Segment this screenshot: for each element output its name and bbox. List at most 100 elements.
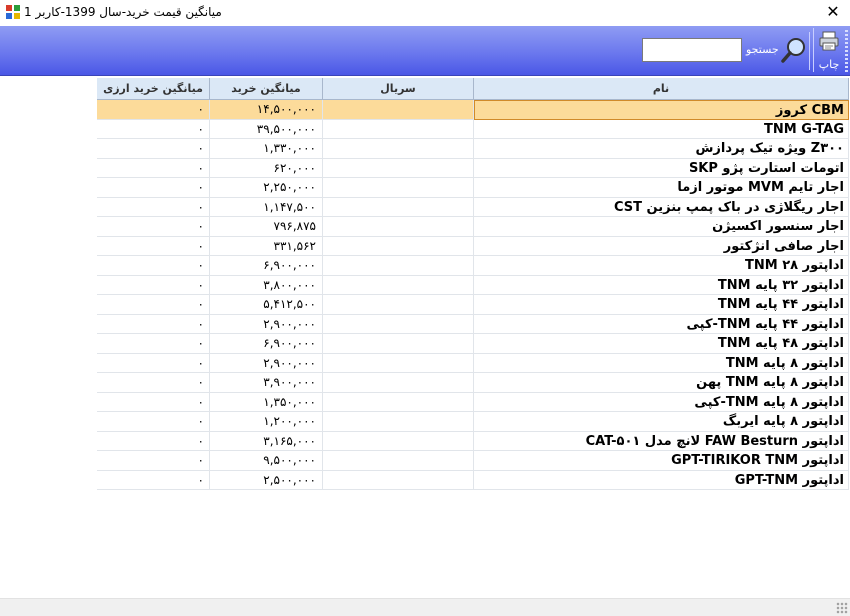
cell-serial[interactable] — [323, 314, 474, 334]
print-button[interactable]: چاپ — [813, 28, 843, 72]
cell-name[interactable]: اداپتور ۸ پایه TNM پهن — [474, 373, 849, 393]
cell-serial[interactable] — [323, 178, 474, 198]
cell-serial[interactable] — [323, 217, 474, 237]
cell-avg-fx[interactable]: ۰ — [97, 158, 210, 178]
cell-name[interactable]: اجار صافی انژکتور — [474, 236, 849, 256]
table-row[interactable]: ۰ ۳۹,۵۰۰,۰۰۰ TNM G-TAG — [97, 119, 849, 139]
cell-avg-purchase[interactable]: ۲,۹۰۰,۰۰۰ — [210, 353, 323, 373]
cell-serial[interactable] — [323, 451, 474, 471]
table-row[interactable]: ۰ ۳,۱۶۵,۰۰۰ اداپتور FAW Besturn لانچ مدل C… — [97, 431, 849, 451]
cell-serial[interactable] — [323, 158, 474, 178]
cell-serial[interactable] — [323, 139, 474, 159]
table-row[interactable]: ۰ ۲,۹۰۰,۰۰۰ اداپتور ۸ پایه TNM — [97, 353, 849, 373]
cell-serial[interactable] — [323, 334, 474, 354]
table-row[interactable]: ۰ ۲,۵۰۰,۰۰۰ اداپتور GPT-TNM — [97, 470, 849, 490]
cell-avg-fx[interactable]: ۰ — [97, 431, 210, 451]
cell-avg-purchase[interactable]: ۹,۵۰۰,۰۰۰ — [210, 451, 323, 471]
table-row[interactable]: ۰ ۲,۹۰۰,۰۰۰ اداپتور ۴۴ پایه TNM-کپی — [97, 314, 849, 334]
cell-serial[interactable] — [323, 392, 474, 412]
cell-serial[interactable] — [323, 412, 474, 432]
table-row[interactable]: ۰ ۱۴,۵۰۰,۰۰۰ CBM کروز — [97, 100, 849, 120]
cell-name[interactable]: اداپتور FAW Besturn لانچ مدل CAT-۵۰۱ — [474, 431, 849, 451]
cell-avg-fx[interactable]: ۰ — [97, 178, 210, 198]
table-row[interactable]: ۰ ۳۳۱,۵۶۲ اجار صافی انژکتور — [97, 236, 849, 256]
cell-avg-purchase[interactable]: ۲,۵۰۰,۰۰۰ — [210, 470, 323, 490]
cell-avg-fx[interactable]: ۰ — [97, 295, 210, 315]
cell-avg-purchase[interactable]: ۶,۹۰۰,۰۰۰ — [210, 256, 323, 276]
cell-serial[interactable] — [323, 295, 474, 315]
cell-avg-fx[interactable]: ۰ — [97, 275, 210, 295]
cell-avg-fx[interactable]: ۰ — [97, 470, 210, 490]
cell-avg-fx[interactable]: ۰ — [97, 119, 210, 139]
table-row[interactable]: ۰ ۱,۱۴۷,۵۰۰ اجار ریگلاژی در باک پمپ بنزین … — [97, 197, 849, 217]
cell-serial[interactable] — [323, 431, 474, 451]
cell-name[interactable]: اداپتور ۴۴ پایه TNM — [474, 295, 849, 315]
cell-serial[interactable] — [323, 236, 474, 256]
cell-name[interactable]: اجار ریگلاژی در باک پمپ بنزین CST — [474, 197, 849, 217]
cell-serial[interactable] — [323, 373, 474, 393]
cell-serial[interactable] — [323, 275, 474, 295]
cell-avg-fx[interactable]: ۰ — [97, 353, 210, 373]
cell-serial[interactable] — [323, 119, 474, 139]
cell-name[interactable]: اداپتور ۲۸ TNM — [474, 256, 849, 276]
cell-avg-purchase[interactable]: ۱۴,۵۰۰,۰۰۰ — [210, 100, 323, 120]
table-row[interactable]: ۰ ۶,۹۰۰,۰۰۰ اداپتور ۴۸ پایه TNM — [97, 334, 849, 354]
cell-avg-fx[interactable]: ۰ — [97, 314, 210, 334]
cell-name[interactable]: اتومات استارت پژو SKP — [474, 158, 849, 178]
table-row[interactable]: ۰ ۱,۳۵۰,۰۰۰ اداپتور ۸ پایه TNM-کپی — [97, 392, 849, 412]
cell-avg-purchase[interactable]: ۳۹,۵۰۰,۰۰۰ — [210, 119, 323, 139]
cell-avg-purchase[interactable]: ۷۹۶,۸۷۵ — [210, 217, 323, 237]
table-row[interactable]: ۰ ۶۲۰,۰۰۰ اتومات استارت پژو SKP — [97, 158, 849, 178]
cell-avg-purchase[interactable]: ۲,۲۵۰,۰۰۰ — [210, 178, 323, 198]
cell-avg-fx[interactable]: ۰ — [97, 392, 210, 412]
cell-avg-fx[interactable]: ۰ — [97, 197, 210, 217]
magnifier-icon[interactable] — [780, 36, 808, 64]
cell-avg-purchase[interactable]: ۱,۲۰۰,۰۰۰ — [210, 412, 323, 432]
cell-name[interactable]: اداپتور GPT-TNM — [474, 470, 849, 490]
cell-avg-purchase[interactable]: ۳,۹۰۰,۰۰۰ — [210, 373, 323, 393]
cell-name[interactable]: اداپتور ۸ پایه TNM-کپی — [474, 392, 849, 412]
cell-avg-fx[interactable]: ۰ — [97, 217, 210, 237]
cell-avg-fx[interactable]: ۰ — [97, 100, 210, 120]
cell-avg-purchase[interactable]: ۶۲۰,۰۰۰ — [210, 158, 323, 178]
cell-name[interactable]: اداپتور ۴۸ پایه TNM — [474, 334, 849, 354]
cell-avg-fx[interactable]: ۰ — [97, 139, 210, 159]
cell-serial[interactable] — [323, 100, 474, 120]
cell-avg-fx[interactable]: ۰ — [97, 451, 210, 471]
cell-serial[interactable] — [323, 197, 474, 217]
cell-name[interactable]: اجار سنسور اکسیژن — [474, 217, 849, 237]
cell-name[interactable]: اداپتور ۴۴ پایه TNM-کپی — [474, 314, 849, 334]
table-row[interactable]: ۰ ۹,۵۰۰,۰۰۰ اداپتور GPT-TIRIKOR TNM — [97, 451, 849, 471]
search-input[interactable] — [642, 38, 742, 62]
cell-avg-purchase[interactable]: ۶,۹۰۰,۰۰۰ — [210, 334, 323, 354]
cell-avg-purchase[interactable]: ۳,۸۰۰,۰۰۰ — [210, 275, 323, 295]
cell-avg-fx[interactable]: ۰ — [97, 256, 210, 276]
cell-name[interactable]: CBM کروز — [474, 100, 849, 120]
cell-avg-purchase[interactable]: ۱,۳۵۰,۰۰۰ — [210, 392, 323, 412]
cell-name[interactable]: Z۳۰۰ ویژه تیک پردازش — [474, 139, 849, 159]
cell-name[interactable]: اداپتور GPT-TIRIKOR TNM — [474, 451, 849, 471]
table-row[interactable]: ۰ ۲,۲۵۰,۰۰۰ اجار تایم MVM موتور ازما — [97, 178, 849, 198]
table-row[interactable]: ۰ ۱,۳۳۰,۰۰۰ Z۳۰۰ ویژه تیک پردازش — [97, 139, 849, 159]
cell-avg-purchase[interactable]: ۱,۳۳۰,۰۰۰ — [210, 139, 323, 159]
cell-name[interactable]: اداپتور ۸ پایه TNM — [474, 353, 849, 373]
cell-avg-fx[interactable]: ۰ — [97, 334, 210, 354]
toolbar-grip[interactable] — [845, 30, 848, 72]
cell-avg-purchase[interactable]: ۱,۱۴۷,۵۰۰ — [210, 197, 323, 217]
table-row[interactable]: ۰ ۳,۹۰۰,۰۰۰ اداپتور ۸ پایه TNM پهن — [97, 373, 849, 393]
cell-avg-fx[interactable]: ۰ — [97, 236, 210, 256]
column-header-serial[interactable]: سریال — [323, 78, 474, 100]
cell-avg-fx[interactable]: ۰ — [97, 373, 210, 393]
cell-name[interactable]: TNM G-TAG — [474, 119, 849, 139]
cell-avg-purchase[interactable]: ۳۳۱,۵۶۲ — [210, 236, 323, 256]
close-button[interactable]: ✕ — [816, 0, 850, 24]
cell-name[interactable]: اداپتور ۸ پایه ایربگ — [474, 412, 849, 432]
cell-avg-purchase[interactable]: ۵,۴۱۲,۵۰۰ — [210, 295, 323, 315]
cell-name[interactable]: اجار تایم MVM موتور ازما — [474, 178, 849, 198]
table-row[interactable]: ۰ ۳,۸۰۰,۰۰۰ اداپتور ۳۲ پایه TNM — [97, 275, 849, 295]
cell-avg-purchase[interactable]: ۲,۹۰۰,۰۰۰ — [210, 314, 323, 334]
column-header-avg-purchase[interactable]: میانگین خرید — [210, 78, 323, 100]
table-row[interactable]: ۰ ۷۹۶,۸۷۵ اجار سنسور اکسیژن — [97, 217, 849, 237]
column-header-name[interactable]: نام — [474, 78, 849, 100]
cell-avg-purchase[interactable]: ۳,۱۶۵,۰۰۰ — [210, 431, 323, 451]
